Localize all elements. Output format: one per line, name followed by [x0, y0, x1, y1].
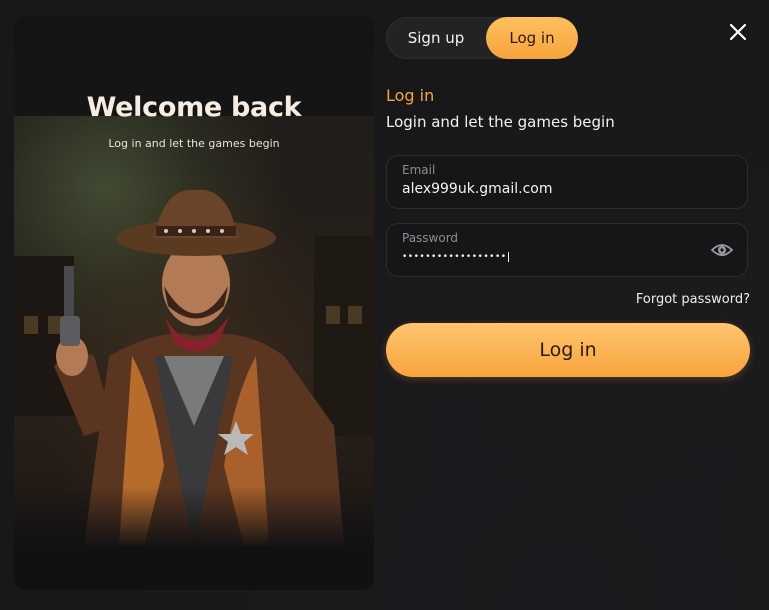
password-input[interactable]: ••••••••••••••••••: [402, 252, 509, 262]
show-password-button[interactable]: [710, 238, 734, 262]
welcome-subtitle: Log in and let the games begin: [108, 137, 280, 150]
form-subheading: Login and let the games begin: [386, 113, 615, 131]
login-button[interactable]: Log in: [386, 323, 750, 377]
close-button[interactable]: [726, 20, 750, 44]
email-input[interactable]: [402, 181, 702, 197]
password-field[interactable]: Password ••••••••••••••••••: [386, 223, 748, 277]
welcome-title: Welcome back: [86, 92, 302, 123]
eye-icon: [710, 244, 734, 256]
art-panel: Welcome back Log in and let the games be…: [14, 16, 374, 590]
art-fade: [14, 486, 374, 590]
email-label: Email: [402, 163, 436, 177]
forgot-password-link[interactable]: Forgot password?: [600, 292, 750, 307]
auth-tabs: Sign up Log in: [386, 17, 578, 59]
password-label: Password: [402, 231, 459, 245]
email-field[interactable]: Email: [386, 155, 748, 209]
close-icon: [729, 23, 747, 41]
tab-login[interactable]: Log in: [486, 17, 578, 59]
tab-signup[interactable]: Sign up: [386, 17, 486, 59]
form-heading: Log in: [386, 86, 435, 105]
login-modal: Welcome back Log in and let the games be…: [0, 0, 769, 610]
